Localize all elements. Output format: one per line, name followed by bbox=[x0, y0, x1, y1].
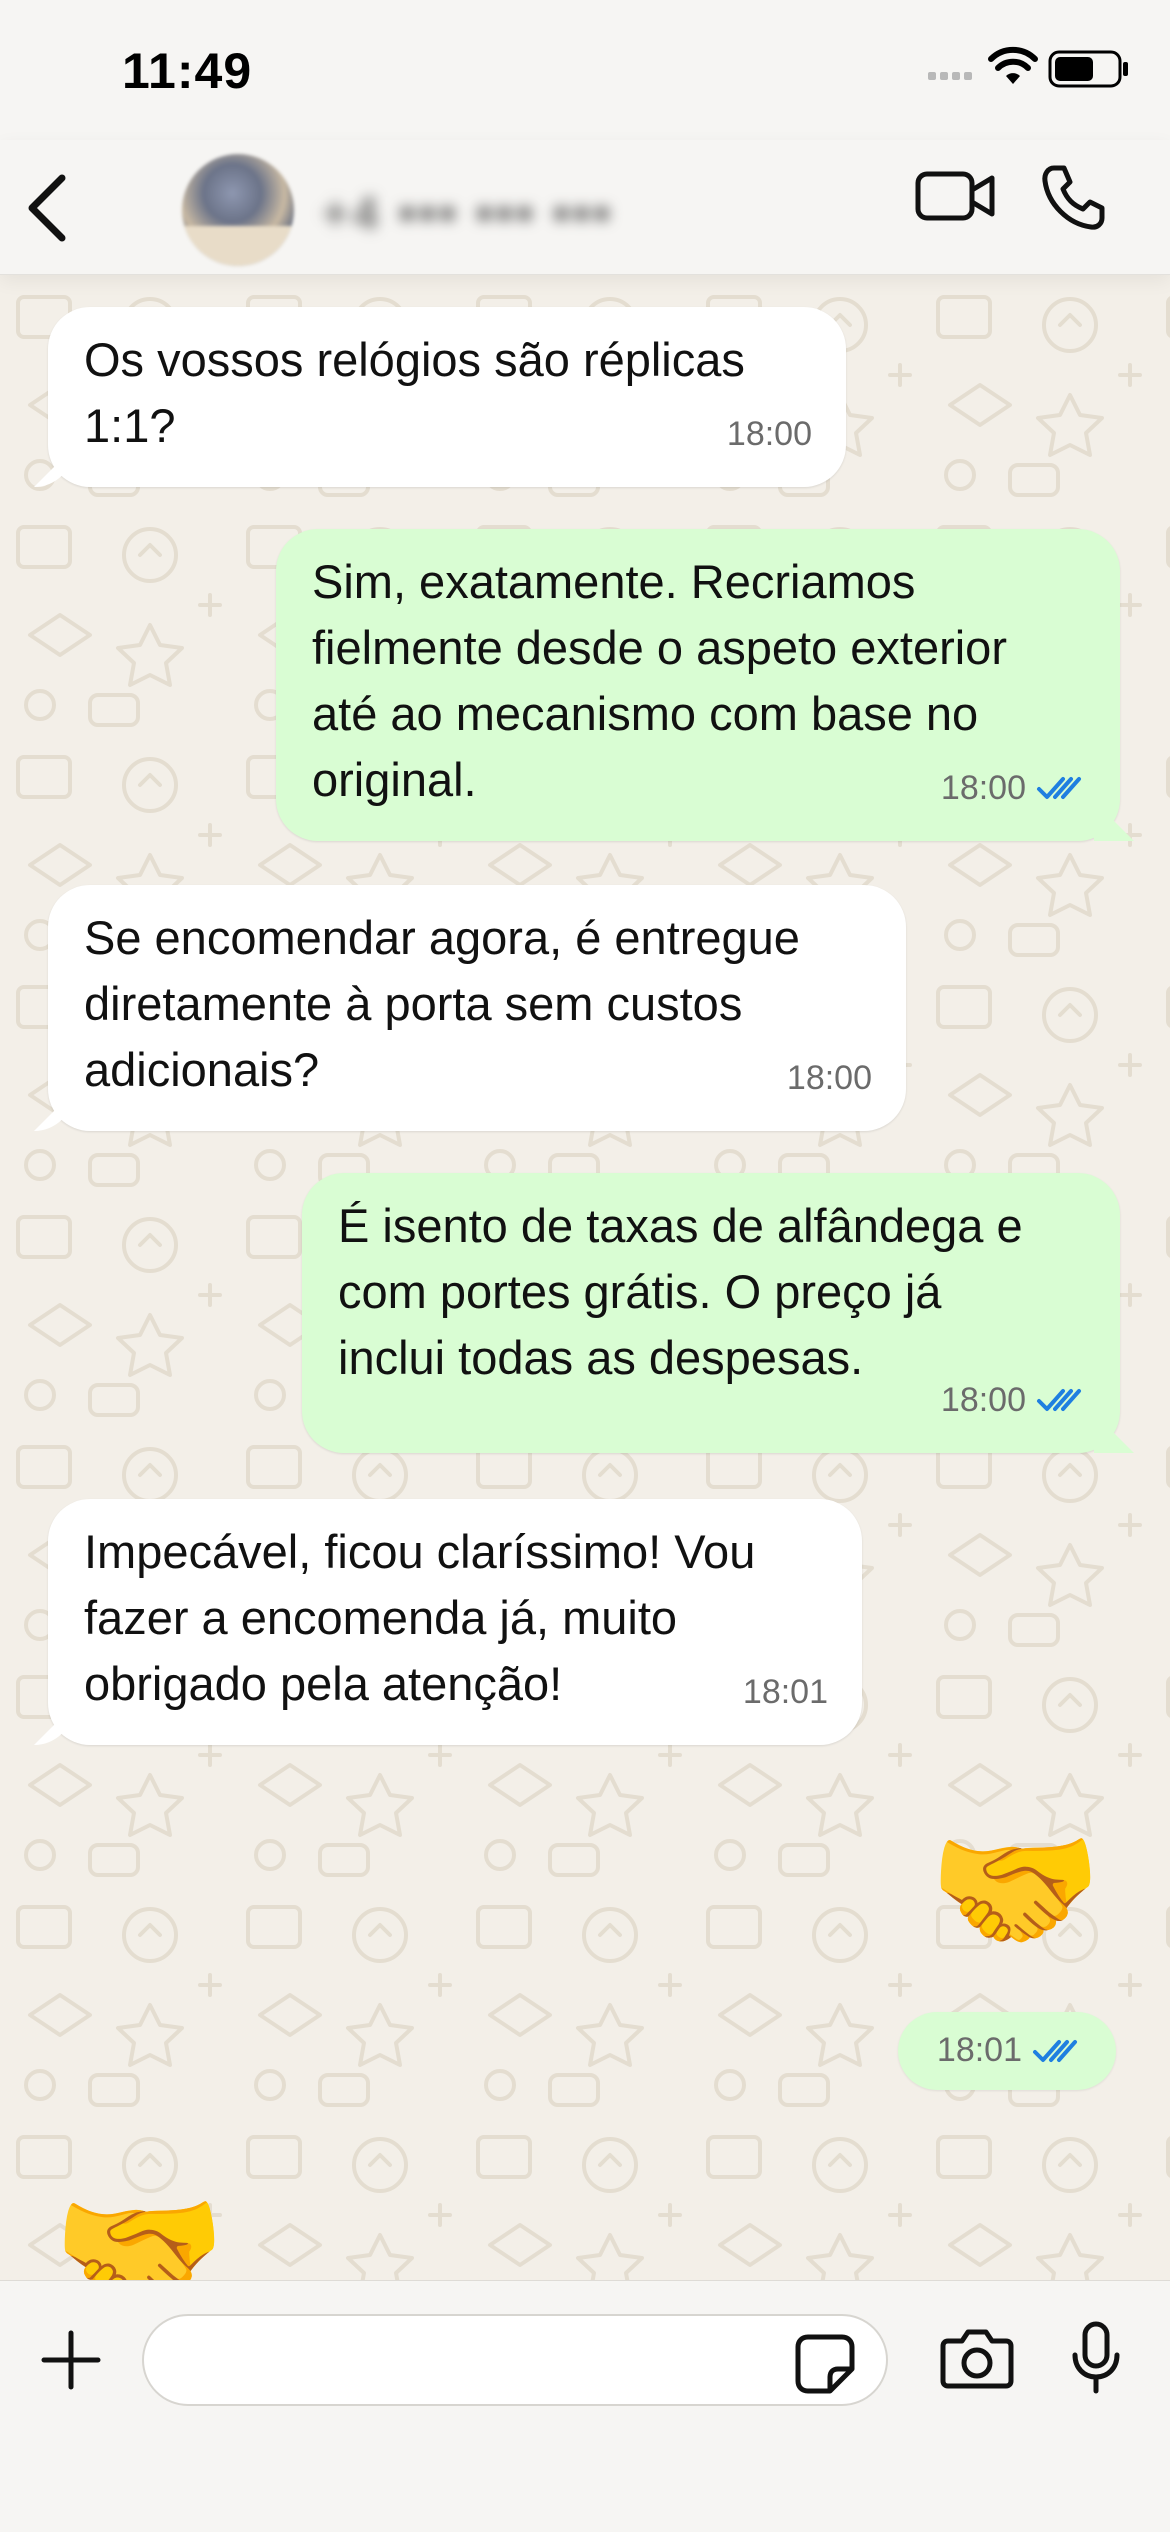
message-meta: 18:00 bbox=[941, 755, 1086, 821]
message-bubble-incoming[interactable]: Impecável, ficou claríssimo! Vou fazer a… bbox=[48, 1499, 862, 1745]
read-ticks-icon bbox=[1037, 1389, 1081, 1411]
battery-icon bbox=[1048, 50, 1128, 88]
chevron-left-icon[interactable] bbox=[22, 170, 72, 246]
message-time: 18:00 bbox=[726, 415, 812, 453]
video-camera-icon[interactable] bbox=[915, 164, 997, 228]
message-meta: 18:01 bbox=[937, 2031, 1082, 2070]
message-text: Os vossos relógios são réplicas 1:1? bbox=[84, 333, 745, 452]
message-time: 18:01 bbox=[936, 2031, 1022, 2069]
status-bar: 11:49 bbox=[0, 0, 1170, 140]
message-text: Se encomendar agora, é entregue diretame… bbox=[84, 911, 800, 1096]
message-input[interactable] bbox=[142, 2314, 888, 2406]
handshake-emoji-outgoing[interactable]: 🤝 bbox=[928, 1820, 1118, 1960]
message-time: 18:00 bbox=[940, 769, 1026, 807]
chat-area[interactable]: Os vossos relógios são réplicas 1:1? 18:… bbox=[0, 275, 1170, 2280]
message-time: 18:00 bbox=[940, 1381, 1026, 1419]
message-bubble-incoming[interactable]: Se encomendar agora, é entregue diretame… bbox=[48, 885, 906, 1131]
message-meta: 18:00 bbox=[941, 1367, 1086, 1433]
message-bubble-outgoing[interactable]: É isento de taxas de alfândega e com por… bbox=[302, 1173, 1120, 1453]
read-ticks-icon bbox=[1033, 2039, 1077, 2062]
sticker-icon[interactable] bbox=[794, 2333, 856, 2395]
emoji-time-pill: 18:01 bbox=[898, 2012, 1116, 2090]
message-meta: 18:00 bbox=[727, 401, 812, 467]
message-meta: 18:01 bbox=[743, 1659, 828, 1725]
cellular-signal-icon bbox=[928, 72, 972, 80]
message-meta: 18:00 bbox=[787, 1045, 872, 1111]
avatar[interactable] bbox=[182, 154, 294, 266]
camera-icon[interactable] bbox=[940, 2325, 1014, 2389]
read-ticks-icon bbox=[1037, 777, 1081, 799]
status-time: 11:49 bbox=[122, 43, 253, 99]
message-bubble-incoming[interactable]: Os vossos relógios são réplicas 1:1? 18:… bbox=[48, 307, 846, 487]
handshake-emoji-incoming[interactable]: 🤝 bbox=[52, 2183, 242, 2281]
plus-icon[interactable] bbox=[38, 2327, 104, 2393]
chat-header: +4 ••• ••• ••• bbox=[0, 140, 1170, 275]
contact-name[interactable]: +4 ••• ••• ••• bbox=[322, 186, 614, 240]
message-time: 18:00 bbox=[786, 1059, 872, 1097]
message-text: É isento de taxas de alfândega e com por… bbox=[338, 1199, 1023, 1384]
wifi-icon bbox=[988, 46, 1038, 84]
message-input-bar bbox=[0, 2280, 1170, 2532]
message-time: 18:01 bbox=[742, 1673, 828, 1711]
message-text: Impecável, ficou claríssimo! Vou fazer a… bbox=[84, 1525, 756, 1710]
phone-icon[interactable] bbox=[1040, 162, 1106, 232]
message-bubble-outgoing[interactable]: Sim, exatamente. Recriamos fielmente des… bbox=[276, 529, 1120, 841]
microphone-icon[interactable] bbox=[1070, 2321, 1122, 2395]
